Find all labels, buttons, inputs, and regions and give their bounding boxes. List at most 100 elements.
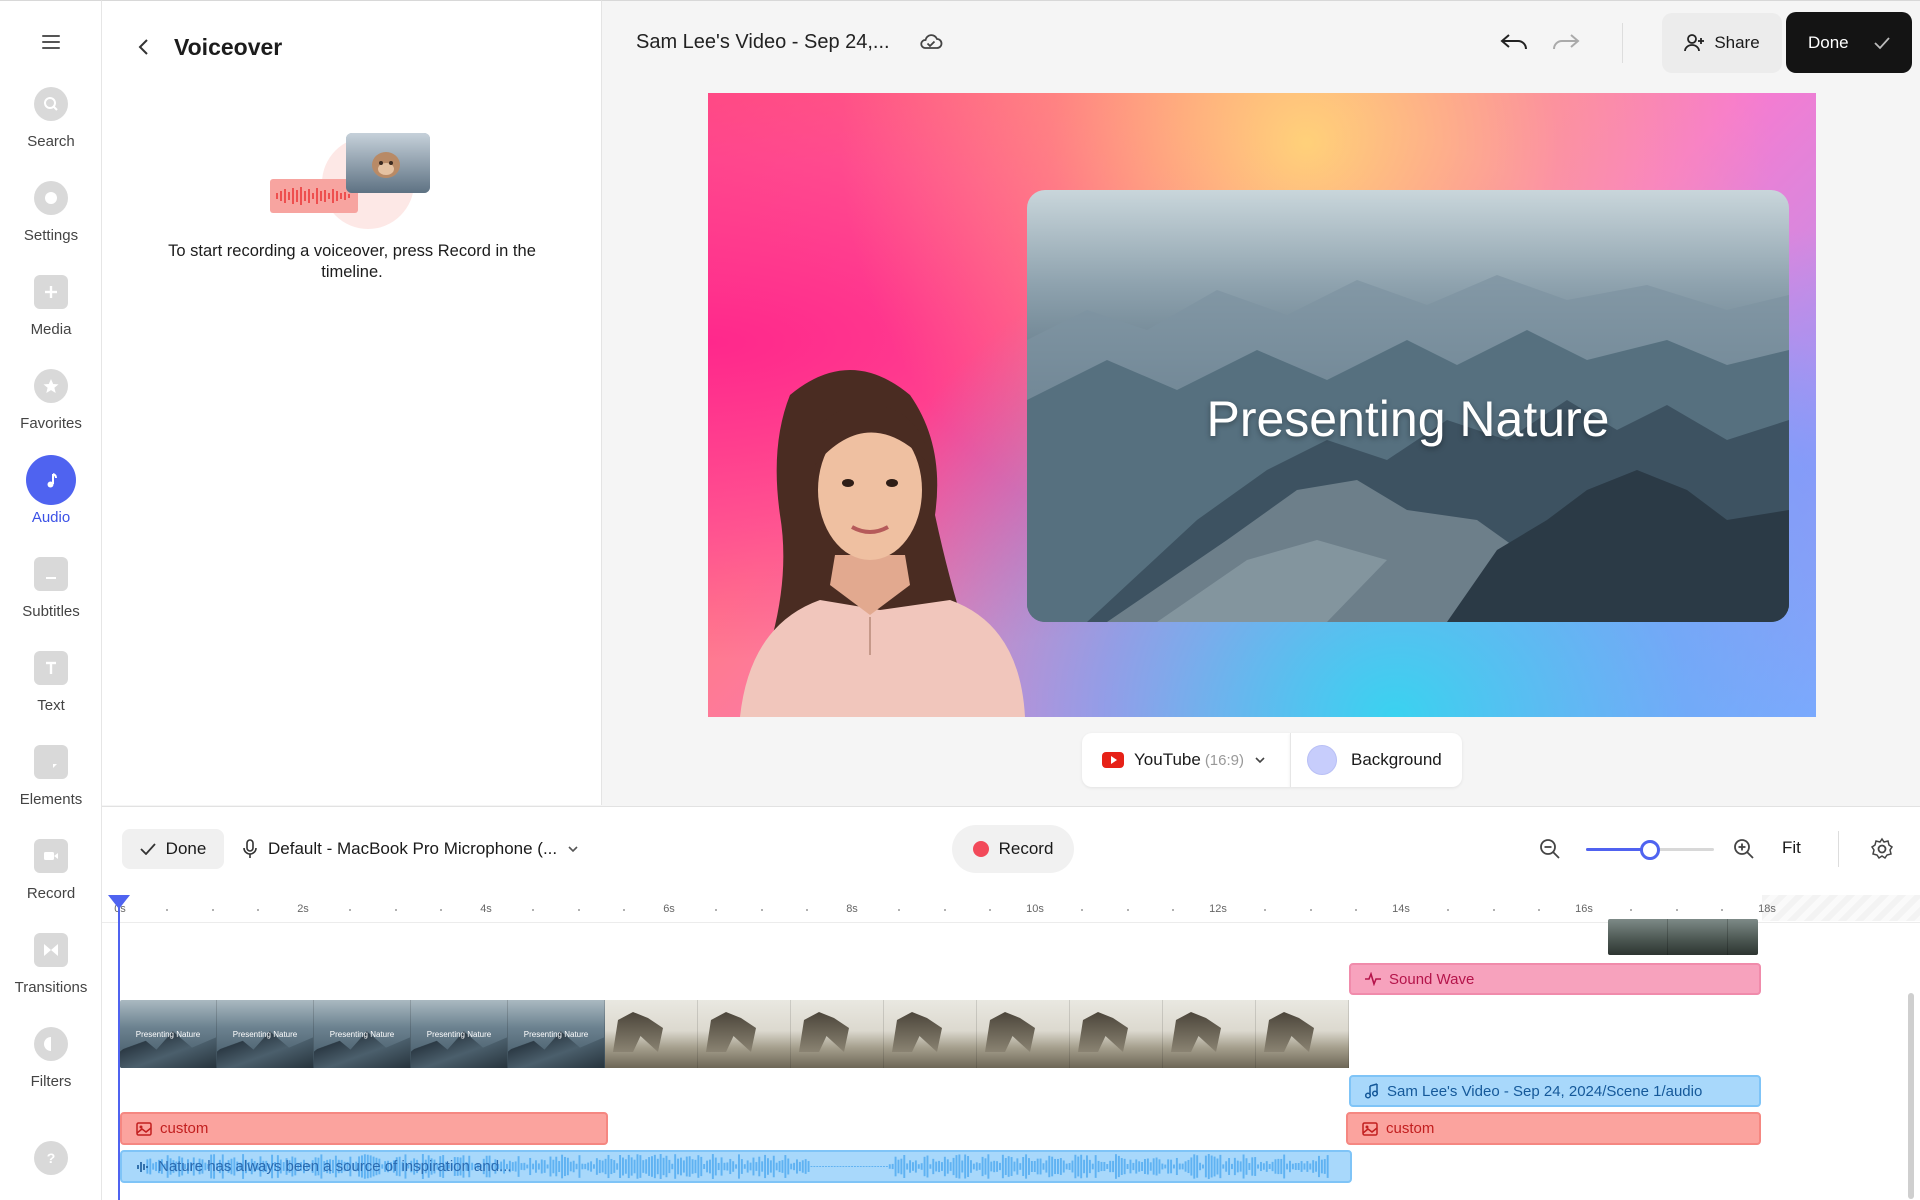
gear-icon[interactable] [1870, 837, 1894, 861]
done-button[interactable]: Done [1786, 12, 1912, 73]
waveform-bar [723, 1162, 726, 1171]
waveform-bar [839, 1166, 842, 1167]
video-canvas[interactable]: Presenting Nature [708, 93, 1816, 717]
waveform-bar [735, 1164, 738, 1169]
slide-image[interactable]: Presenting Nature [1027, 190, 1789, 622]
waveform-bar [732, 1161, 735, 1172]
waveform-bar [1106, 1164, 1109, 1169]
waveform-bar [961, 1160, 964, 1173]
zoom-out-icon[interactable] [1538, 837, 1562, 861]
waveform-bar [1265, 1161, 1268, 1172]
zoom-slider[interactable] [1586, 840, 1714, 860]
waveform-bar [555, 1156, 558, 1177]
share-button[interactable]: Share [1662, 13, 1782, 73]
scene-audio-clip[interactable]: Sam Lee's Video - Sep 24, 2024/Scene 1/a… [1349, 1075, 1761, 1107]
waveform-bar [758, 1156, 761, 1177]
microphone-select[interactable]: Default - MacBook Pro Microphone (... [242, 829, 579, 869]
ruler-minor-tick [623, 909, 626, 911]
custom-image-clip-2[interactable]: custom [1346, 1112, 1761, 1145]
background-button[interactable]: Background [1290, 733, 1462, 787]
clip-thumbnail [1728, 919, 1758, 955]
sound-wave-clip[interactable]: Sound Wave [1349, 963, 1761, 995]
waveform-bar [842, 1166, 845, 1167]
aspect-ratio: (16:9) [1204, 751, 1244, 769]
waveform-bar [1010, 1157, 1013, 1176]
waveform-bar [682, 1160, 685, 1173]
rail-item-media[interactable]: Media [0, 275, 102, 359]
rail-item-favorites[interactable]: Favorites [0, 369, 102, 453]
back-chevron-icon[interactable] [132, 35, 156, 59]
main-video-track[interactable]: Presenting Nature Presenting Nature Presen… [120, 1000, 1352, 1068]
waveform-bar [566, 1157, 569, 1176]
clip-thumbnail [1608, 919, 1668, 955]
ruler-minor-tick [1446, 909, 1449, 911]
ruler-minor-tick [440, 909, 443, 911]
project-title[interactable]: Sam Lee's Video - Sep 24,... [636, 31, 890, 54]
rail-item-elements[interactable]: Elements [0, 745, 102, 829]
search-icon [34, 87, 68, 121]
waveform-bar [926, 1155, 929, 1178]
waveform-bar [720, 1157, 723, 1176]
slide-headline[interactable]: Presenting Nature [1027, 390, 1789, 448]
timeline-done-label: Done [165, 839, 207, 858]
zoom-slider-handle[interactable] [1640, 840, 1660, 860]
clip-label: custom [160, 1120, 209, 1137]
waveform-bar [595, 1158, 598, 1175]
zoom-in-icon[interactable] [1732, 837, 1756, 861]
waveform-bar [972, 1163, 975, 1170]
waveform-bar [1306, 1161, 1309, 1172]
waveform-bar [685, 1156, 688, 1177]
presenter-avatar[interactable] [720, 355, 1050, 717]
waveform-bar [537, 1163, 540, 1170]
rail-item-record[interactable]: Record [0, 839, 102, 923]
hamburger-menu-icon[interactable] [38, 31, 64, 53]
rail-item-settings[interactable]: Settings [0, 181, 102, 265]
aspect-ratio-dropdown[interactable]: YouTube (16:9) [1082, 733, 1290, 787]
rail-item-search[interactable]: Search [0, 87, 102, 171]
rail-item-transitions[interactable]: Transitions [0, 933, 102, 1017]
custom-image-clip-1[interactable]: custom [120, 1112, 608, 1145]
waveform-bar [1207, 1153, 1210, 1180]
ruler-minor-tick [348, 909, 351, 911]
waveform-bar [903, 1154, 906, 1179]
background-label: Background [1351, 750, 1442, 769]
help-button[interactable]: ? [0, 1141, 102, 1200]
waveform-bar [813, 1166, 816, 1167]
waveform-bar [549, 1156, 552, 1177]
timeline-scrollbar[interactable] [1908, 993, 1914, 1199]
waveform-bar [738, 1154, 740, 1179]
rail-item-filters[interactable]: Filters [0, 1027, 102, 1111]
rail-item-subtitles[interactable]: Subtitles [0, 557, 102, 641]
timeline-done-button[interactable]: Done [122, 829, 224, 869]
waveform-bar [987, 1154, 990, 1179]
waveform-bar [781, 1160, 784, 1173]
ruler-tick-label: 2s [297, 903, 309, 915]
waveform-bar [1233, 1157, 1236, 1176]
waveform-bar [917, 1164, 920, 1169]
top-video-clip[interactable] [1608, 919, 1758, 955]
waveform-bar [700, 1156, 703, 1177]
waveform-bar [764, 1154, 767, 1179]
rail-item-text[interactable]: Text [0, 651, 102, 735]
waveform-bar [662, 1157, 665, 1176]
playhead[interactable] [108, 895, 130, 1200]
ruler-minor-tick [1080, 909, 1083, 911]
waveform-bar [883, 1166, 885, 1167]
fit-button[interactable]: Fit [1782, 838, 1801, 858]
clip-label: Sam Lee's Video - Sep 24, 2024/Scene 1/a… [1387, 1082, 1703, 1100]
narration-audio-clip[interactable]: Nature has always been a source of inspi… [120, 1150, 1352, 1183]
waveform-bar [1025, 1154, 1028, 1179]
waveform-bar [697, 1155, 700, 1178]
waveform-bar [1144, 1159, 1146, 1174]
rail-item-audio[interactable]: Audio [0, 455, 102, 547]
ruler-minor-tick [211, 909, 214, 911]
undo-icon[interactable] [1498, 29, 1530, 55]
plus-icon [34, 275, 68, 309]
waveform-bar [909, 1160, 912, 1173]
waveform-bar [819, 1166, 822, 1167]
redo-icon[interactable] [1550, 29, 1582, 55]
record-button[interactable]: Record [952, 825, 1074, 873]
waveform-bar [526, 1164, 529, 1169]
waveform-bar [633, 1159, 636, 1174]
clip-thumbnail: Presenting Nature [314, 1000, 411, 1068]
